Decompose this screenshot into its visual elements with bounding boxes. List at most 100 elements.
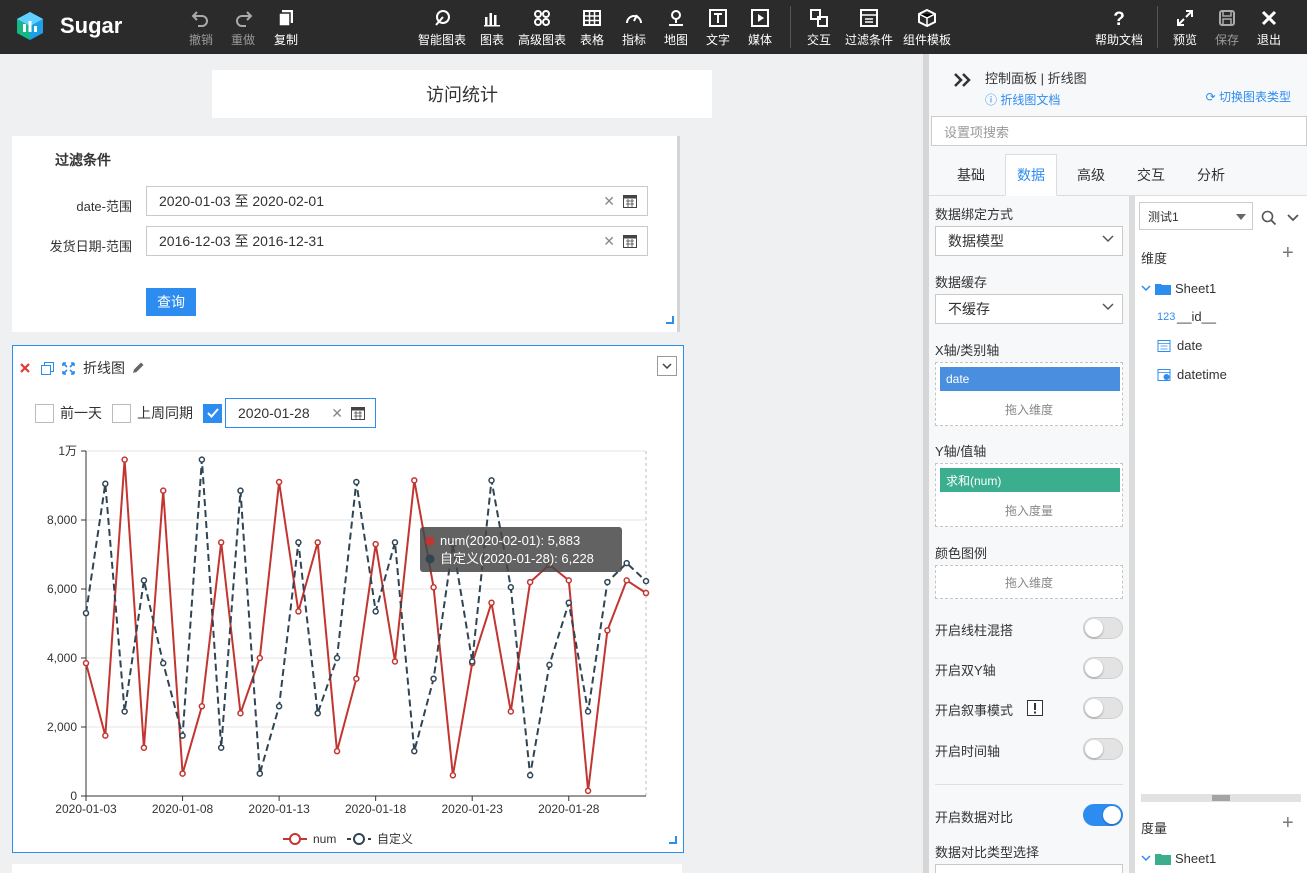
tab-advanced[interactable]: 高级 — [1061, 154, 1121, 196]
copy-icon — [278, 10, 293, 27]
exit-button[interactable]: 退出 — [1257, 8, 1281, 48]
x-tick-label: 2020-01-28 — [538, 802, 600, 816]
line-chart[interactable]: 0 2,000 4,000 6,000 8,000 1万 2020-01-03 2020-01… — [13, 346, 683, 852]
timeline-label: 开启时间轴 — [935, 744, 1001, 759]
dual-y-axis-toggle-row: 开启双Y轴 — [935, 657, 1123, 681]
settings-search-placeholder: 设置项搜索 — [944, 124, 1010, 140]
x-axis-drop-zone[interactable]: date 拖入维度 — [935, 362, 1123, 426]
x-axis-field-pill[interactable]: date — [940, 367, 1120, 391]
advanced-chart-button[interactable]: 高级图表 — [518, 8, 566, 48]
narrative-mode-toggle[interactable] — [1083, 697, 1123, 719]
text-button[interactable]: 文字 — [706, 8, 730, 48]
date-range-input[interactable]: 2020-01-03 至 2020-02-01 ✕ — [146, 186, 648, 216]
data-point — [488, 599, 495, 607]
ship-date-range-input[interactable]: 2016-12-03 至 2016-12-31 ✕ — [146, 226, 648, 256]
media-label: 媒体 — [748, 33, 773, 47]
data-point — [275, 703, 283, 710]
y-axis-drop-zone[interactable]: 求和(num) 拖入度量 — [935, 463, 1123, 527]
cache-select[interactable]: 不缓存 — [935, 294, 1123, 324]
tab-analysis[interactable]: 分析 — [1181, 154, 1241, 196]
calendar-icon[interactable] — [623, 234, 637, 248]
line-chart-panel[interactable]: 折线图 前一天 上周同期 2020-01-28 ✕ 0 2,000 4,000 6,0… — [12, 345, 684, 853]
line-bar-mix-toggle[interactable] — [1083, 617, 1123, 639]
smart-chart-button[interactable]: 智能图表 — [418, 8, 466, 48]
y-axis-drop-hint: 拖入度量 — [1004, 504, 1053, 518]
advanced-chart-label: 高级图表 — [518, 33, 567, 47]
map-button[interactable]: 地图 — [664, 8, 688, 48]
dimension-sheet-node[interactable]: Sheet1 — [1141, 281, 1216, 296]
dashboard-canvas: 访问统计 过滤条件 date-范围 2020-01-03 至 2020-02-0… — [0, 54, 923, 873]
line-chart-doc-link[interactable]: ⓘ 折线图文档 — [985, 91, 1060, 108]
undo-button[interactable]: 撤销 — [189, 8, 213, 48]
query-button[interactable]: 查询 — [146, 288, 196, 316]
tab-data[interactable]: 数据 — [1005, 154, 1057, 196]
bar-chart-icon — [484, 13, 500, 27]
interaction-button[interactable]: 交互 — [807, 8, 831, 48]
data-point — [372, 540, 379, 548]
add-measure-icon[interactable]: + — [1282, 812, 1294, 835]
page-title[interactable]: 访问统计 — [212, 70, 712, 118]
clear-icon[interactable]: ✕ — [603, 193, 615, 210]
x-axis-pill-text: date — [946, 372, 970, 386]
template-button[interactable]: 组件模板 — [903, 8, 951, 48]
tab-interaction-label: 交互 — [1137, 167, 1165, 183]
preview-button[interactable]: 预览 — [1173, 8, 1197, 48]
next-component-edge — [12, 864, 682, 873]
copy-button[interactable]: 复制 — [274, 8, 298, 48]
y-tick-label: 4,000 — [47, 651, 77, 665]
data-point — [256, 770, 264, 777]
compare-type-label: 数据对比类型选择 — [935, 845, 1040, 860]
cache-value: 不缓存 — [948, 301, 990, 317]
toolbar-separator — [790, 6, 791, 48]
warning-icon[interactable] — [1027, 700, 1043, 716]
field-id[interactable]: 123 __id__ — [1157, 309, 1216, 324]
x-tick-label: 2020-01-23 — [442, 802, 504, 816]
data-point — [584, 787, 592, 795]
legend-label: num — [313, 832, 336, 846]
dual-y-axis-toggle[interactable] — [1083, 657, 1123, 679]
double-chevron-right-icon[interactable] — [953, 72, 973, 88]
measure-sheet-node[interactable]: Sheet1 — [1141, 851, 1216, 866]
tab-advanced-label: 高级 — [1077, 167, 1105, 183]
chevron-down-icon — [1102, 303, 1114, 311]
binding-select[interactable]: 数据模型 — [935, 226, 1123, 256]
settings-search-input[interactable]: 设置项搜索 — [931, 116, 1307, 146]
timeline-toggle[interactable] — [1083, 738, 1123, 760]
add-dimension-icon[interactable]: + — [1282, 242, 1294, 265]
chart-button[interactable]: 图表 — [480, 8, 504, 48]
redo-button[interactable]: 重做 — [231, 8, 255, 48]
field-datetime[interactable]: datetime — [1157, 367, 1227, 382]
dimension-label: 维度 — [1141, 251, 1168, 266]
help-doc-button[interactable]: ? 帮助文档 — [1095, 8, 1143, 48]
indicator-button[interactable]: 指标 — [622, 8, 646, 48]
calendar-icon — [1157, 340, 1171, 352]
control-panel: 控制面板 | 折线图 ⓘ 折线图文档 ⟳ 切换图表类型 设置项搜索 基础 数据 … — [923, 54, 1307, 873]
tab-basic[interactable]: 基础 — [937, 154, 1005, 196]
data-point — [507, 584, 515, 591]
tab-interaction[interactable]: 交互 — [1121, 154, 1181, 196]
table-button[interactable]: 表格 — [580, 8, 604, 48]
calendar-icon[interactable] — [623, 194, 637, 208]
data-point — [217, 744, 225, 751]
control-panel-tabs: 基础 数据 高级 交互 分析 — [929, 154, 1307, 196]
save-button[interactable]: 保存 — [1215, 8, 1239, 48]
y-axis-field-pill[interactable]: 求和(num) — [940, 468, 1120, 492]
data-settings: 数据绑定方式 数据模型 数据缓存 不缓存 X轴/类别轴 date 拖入维度 Y轴… — [929, 196, 1129, 873]
clear-icon[interactable]: ✕ — [603, 233, 615, 250]
legend-drop-zone[interactable]: 拖入维度 — [935, 565, 1123, 599]
chevron-down-icon[interactable] — [1287, 214, 1299, 222]
data-model-select[interactable]: 测试1 — [1139, 202, 1253, 230]
filter-panel[interactable]: 过滤条件 date-范围 2020-01-03 至 2020-02-01 ✕ 发… — [12, 136, 680, 332]
tree-splitter[interactable] — [1141, 794, 1301, 802]
data-point — [411, 747, 418, 755]
resize-handle[interactable] — [666, 316, 674, 324]
switch-chart-type-link[interactable]: ⟳ 切换图表类型 — [1206, 88, 1291, 105]
search-icon[interactable] — [1261, 210, 1277, 226]
data-point — [642, 589, 650, 597]
filter-condition-button[interactable]: 过滤条件 — [845, 8, 893, 48]
resize-handle[interactable] — [669, 836, 677, 844]
data-compare-toggle[interactable] — [1083, 804, 1123, 826]
media-button[interactable]: 媒体 — [748, 8, 772, 48]
field-date[interactable]: date — [1157, 338, 1202, 353]
compare-type-select[interactable] — [935, 864, 1123, 873]
